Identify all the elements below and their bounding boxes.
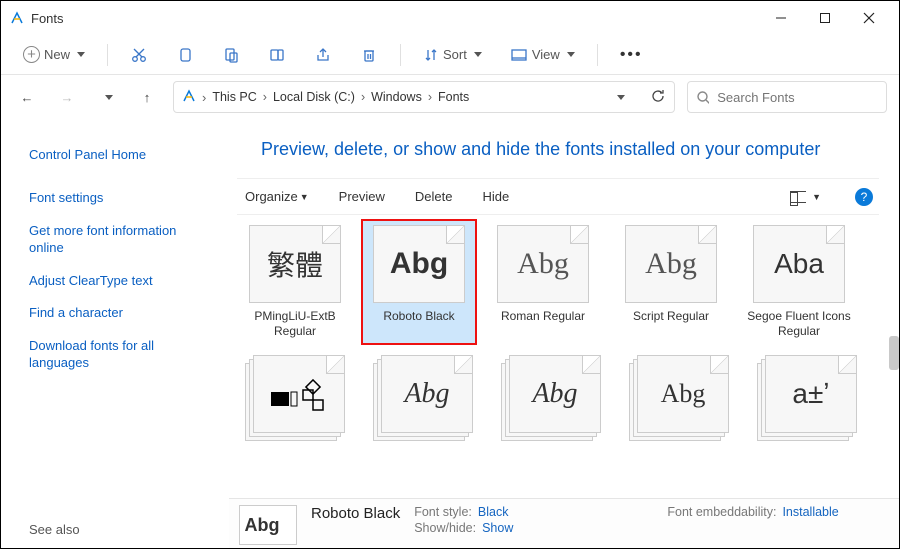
plus-icon: + bbox=[23, 46, 40, 63]
new-label: New bbox=[44, 47, 70, 62]
rename-button[interactable] bbox=[258, 39, 296, 71]
font-style-label: Font style: bbox=[414, 505, 472, 519]
font-item[interactable]: Abg bbox=[623, 355, 735, 447]
font-grid: 繁體PMingLiU-ExtB RegularAbgRoboto BlackAb… bbox=[237, 215, 879, 457]
seealso-heading: See also bbox=[29, 522, 211, 537]
sort-label: Sort bbox=[443, 47, 467, 62]
action-bar: Organize ▼ Preview Delete Hide ▼ ? bbox=[237, 178, 879, 215]
font-item[interactable]: AbgRoboto Black bbox=[363, 221, 475, 343]
titlebar: Fonts bbox=[1, 1, 899, 35]
navigation-bar: ← → ↑ › This PC› Local Disk (C:)› Window… bbox=[1, 75, 899, 119]
help-button[interactable]: ? bbox=[855, 188, 873, 206]
chevron-down-icon bbox=[77, 52, 85, 57]
copy-button[interactable] bbox=[166, 39, 204, 71]
delete-font-button[interactable]: Delete bbox=[413, 183, 455, 210]
view-label: View bbox=[532, 47, 560, 62]
paste-button[interactable] bbox=[212, 39, 250, 71]
chevron-down-icon bbox=[474, 52, 482, 57]
scrollbar-thumb[interactable] bbox=[889, 336, 899, 370]
recent-button[interactable] bbox=[93, 83, 121, 111]
new-button[interactable]: + New bbox=[13, 39, 95, 71]
font-style-value: Black bbox=[478, 505, 509, 519]
cut-button[interactable] bbox=[120, 39, 158, 71]
app-icon bbox=[9, 10, 25, 26]
minimize-button[interactable] bbox=[759, 3, 803, 33]
font-item[interactable]: Abg bbox=[367, 355, 479, 447]
delete-button[interactable] bbox=[350, 39, 388, 71]
sort-button[interactable]: Sort bbox=[413, 39, 492, 71]
embed-value: Installable bbox=[782, 505, 838, 519]
font-item[interactable]: AbaSegoe Fluent Icons Regular bbox=[743, 225, 855, 339]
search-input[interactable] bbox=[717, 90, 878, 105]
breadcrumb-segment[interactable]: Fonts bbox=[438, 90, 469, 104]
toolbar: + New Sort View ••• bbox=[1, 35, 899, 75]
sidebar-home[interactable]: Control Panel Home bbox=[29, 147, 211, 164]
share-button[interactable] bbox=[304, 39, 342, 71]
refresh-button[interactable] bbox=[651, 88, 666, 106]
search-icon bbox=[696, 90, 709, 105]
embed-label: Font embeddability: bbox=[667, 505, 776, 519]
showhide-value: Show bbox=[482, 521, 513, 535]
view-button[interactable]: View bbox=[500, 39, 585, 71]
address-dropdown[interactable] bbox=[617, 95, 625, 100]
forward-button[interactable]: → bbox=[53, 83, 81, 111]
sidebar: Control Panel Home Font settings Get mor… bbox=[1, 123, 229, 548]
details-thumb: Abg bbox=[239, 505, 297, 545]
maximize-button[interactable] bbox=[803, 3, 847, 33]
sidebar-link[interactable]: Adjust ClearType text bbox=[29, 273, 211, 290]
sidebar-link[interactable]: Font settings bbox=[29, 190, 211, 207]
search-box[interactable] bbox=[687, 81, 887, 113]
layout-button[interactable]: ▼ bbox=[788, 185, 823, 209]
preview-button[interactable]: Preview bbox=[337, 183, 387, 210]
sidebar-link[interactable]: Get more font information online bbox=[29, 223, 211, 257]
close-button[interactable] bbox=[847, 3, 891, 33]
hide-button[interactable]: Hide bbox=[481, 183, 512, 210]
up-button[interactable]: ↑ bbox=[133, 83, 161, 111]
font-item[interactable]: a±ʼ bbox=[751, 355, 863, 447]
more-button[interactable]: ••• bbox=[610, 39, 653, 71]
sidebar-seealso-link[interactable]: Text Services and Input Language bbox=[29, 547, 211, 548]
breadcrumb-segment[interactable]: This PC› bbox=[212, 90, 267, 104]
page-heading: Preview, delete, or show and hide the fo… bbox=[261, 139, 879, 160]
window-title: Fonts bbox=[31, 11, 759, 26]
folder-icon bbox=[182, 89, 196, 106]
font-item[interactable]: Abg bbox=[495, 355, 607, 447]
back-button[interactable]: ← bbox=[13, 83, 41, 111]
font-item[interactable]: 繁體PMingLiU-ExtB Regular bbox=[239, 225, 351, 339]
font-item[interactable]: AbgScript Regular bbox=[615, 225, 727, 339]
breadcrumb-segment[interactable]: Windows› bbox=[371, 90, 432, 104]
font-item[interactable]: AbgRoman Regular bbox=[487, 225, 599, 339]
breadcrumb-segment[interactable]: Local Disk (C:)› bbox=[273, 90, 365, 104]
sidebar-link[interactable]: Find a character bbox=[29, 305, 211, 322]
organize-button[interactable]: Organize ▼ bbox=[243, 183, 311, 210]
showhide-label: Show/hide: bbox=[414, 521, 476, 535]
main-panel: Preview, delete, or show and hide the fo… bbox=[229, 123, 899, 548]
details-title: Roboto Black bbox=[311, 505, 400, 522]
font-item[interactable] bbox=[239, 355, 351, 447]
sidebar-link[interactable]: Download fonts for all languages bbox=[29, 338, 211, 372]
address-bar[interactable]: › This PC› Local Disk (C:)› Windows› Fon… bbox=[173, 81, 675, 113]
chevron-right-icon: › bbox=[202, 90, 206, 105]
details-pane: Abg Roboto Black Font style: Black Show/… bbox=[229, 498, 899, 548]
chevron-down-icon bbox=[567, 52, 575, 57]
